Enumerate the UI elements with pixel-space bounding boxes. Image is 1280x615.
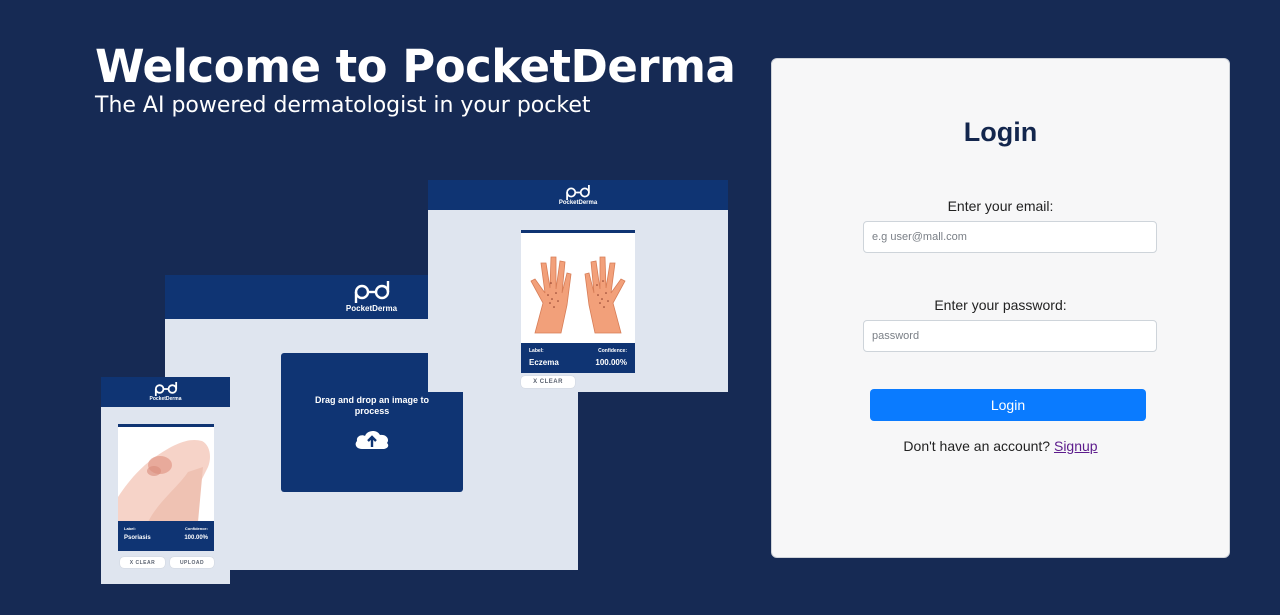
mockup-psoriasis-screen: PocketDerma Label: Psoriasis Confidence:… [101, 377, 230, 584]
label-value: Psoriasis [124, 535, 151, 541]
email-field[interactable] [863, 221, 1157, 253]
mockup-header: PocketDerma [428, 180, 728, 210]
login-title: Login [963, 117, 1038, 147]
label-caption: Label: [529, 348, 544, 354]
label-caption: Label: [124, 526, 136, 531]
leg-image [118, 439, 210, 522]
login-button[interactable]: Login [870, 389, 1146, 421]
signup-row: Don't have an account? Signup [772, 438, 1229, 454]
signup-prompt: Don't have an account? [903, 438, 1054, 454]
mockup-header: PocketDerma [101, 377, 230, 407]
result-card-psoriasis: Label: Psoriasis Confidence: 100.00% [118, 424, 214, 551]
password-label: Enter your password: [934, 297, 1067, 313]
hands-image [530, 256, 626, 334]
mockup-brand-text: PocketDerma [558, 199, 598, 206]
hero-subtitle: The AI powered dermatologist in your poc… [95, 93, 591, 118]
mockup-eczema-screen: PocketDerma Label: Eczema Confidence: 10… [428, 180, 728, 392]
hero-title: Welcome to PocketDerma [95, 40, 736, 93]
mockup-upload-button: UPLOAD [170, 557, 214, 568]
confidence-value: 100.00% [595, 358, 627, 367]
mockup-clear-button: X CLEAR [120, 557, 165, 568]
signup-link[interactable]: Signup [1054, 438, 1098, 454]
result-footer: Label: Psoriasis Confidence: 100.00% [118, 521, 214, 551]
cloud-upload-icon [355, 430, 389, 449]
mockup-brand-text: PocketDerma [149, 396, 182, 402]
confidence-caption: Confidence: [598, 348, 627, 354]
pocketderma-logo-icon [566, 184, 590, 200]
password-field[interactable] [863, 320, 1157, 352]
mockup-clear-button: X CLEAR [521, 376, 575, 388]
confidence-caption: Confidence: [184, 526, 208, 531]
mockup-brand-text: PocketDerma [345, 304, 398, 313]
result-card-eczema: Label: Eczema Confidence: 100.00% [521, 230, 635, 373]
result-footer: Label: Eczema Confidence: 100.00% [521, 343, 635, 373]
login-card: Login Enter your email: Enter your passw… [771, 58, 1230, 558]
pocketderma-logo-icon [354, 281, 389, 303]
label-value: Eczema [529, 358, 559, 367]
confidence-value: 100.00% [184, 535, 208, 541]
email-label: Enter your email: [947, 198, 1054, 214]
pocketderma-logo-icon [154, 382, 177, 396]
dropzone-text: Drag and drop an image to process [314, 394, 429, 416]
